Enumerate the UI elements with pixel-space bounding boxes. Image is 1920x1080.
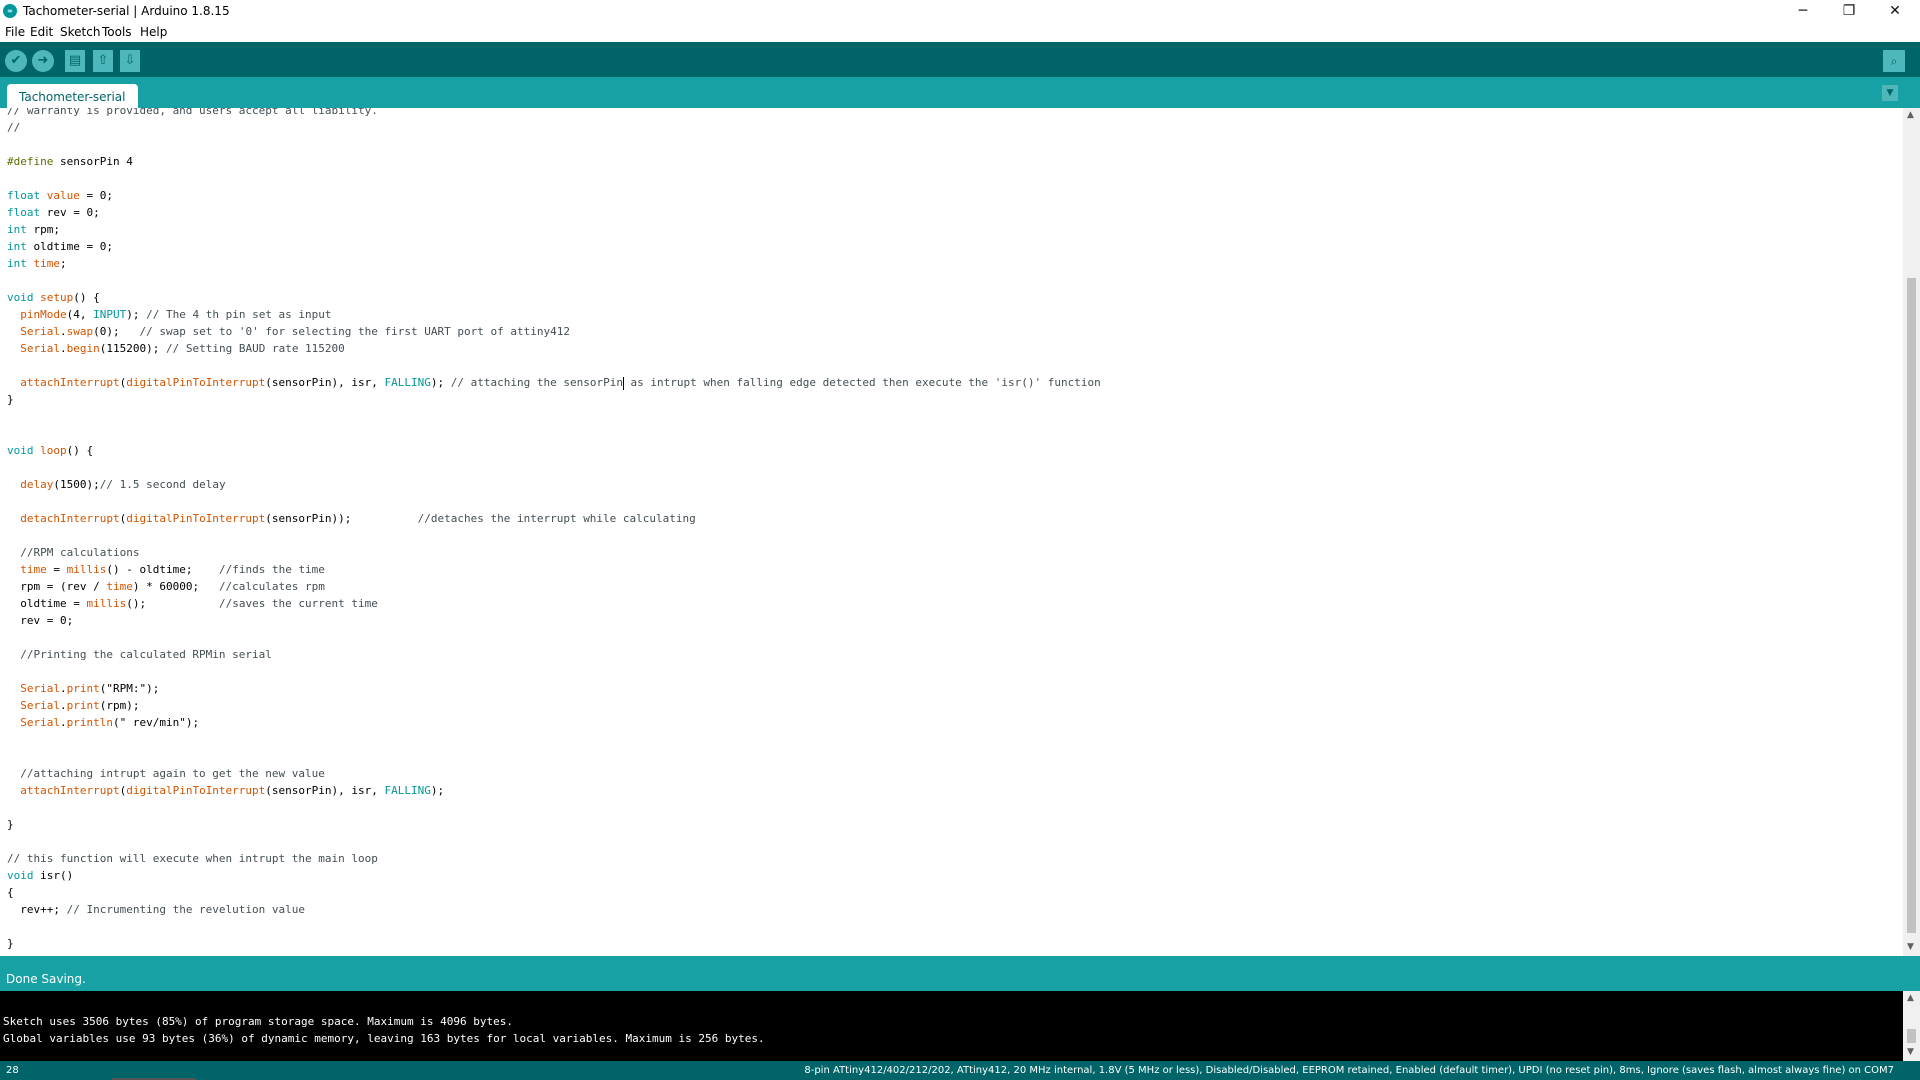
new-sketch-button[interactable]: ▤ [65, 50, 85, 72]
code-line: float value = 0; [7, 189, 113, 202]
board-config-info: 8-pin ATtiny412/402/212/202, ATtiny412, … [804, 1065, 1894, 1076]
code-line: { [7, 886, 14, 899]
code-line: int rpm; [7, 223, 60, 236]
code-line: Serial.swap(0); // swap set to '0' for s… [20, 325, 570, 338]
console-output: Sketch uses 3506 bytes (85%) of program … [0, 991, 1903, 1061]
code-line: Serial.println(" rev/min"); [20, 716, 200, 729]
serial-monitor-button[interactable]: ⌕ [1883, 50, 1905, 72]
code-line: rev = 0; [7, 614, 74, 627]
menu-file[interactable]: File [5, 25, 25, 39]
toolbar: ✔ ➜ ▤ ⇧ ⇩ ⌕ [0, 42, 1920, 77]
editor-scrollbar[interactable]: ▲ ▼ [1903, 108, 1920, 956]
scroll-up-arrow-icon[interactable]: ▲ [1907, 110, 1914, 120]
code-line: #define sensorPin 4 [7, 155, 133, 168]
upload-button[interactable]: ➜ [32, 50, 54, 72]
code-line: } [7, 937, 14, 950]
code-line: attachInterrupt(digitalPinToInterrupt(se… [20, 376, 1101, 390]
menu-edit[interactable]: Edit [30, 25, 53, 39]
code-line: void loop() { [7, 444, 94, 457]
code-line: pinMode(4, INPUT); // The 4 th pin set a… [20, 308, 332, 321]
code-line: time = millis() - oldtime; //finds the t… [20, 563, 325, 576]
code-line: detachInterrupt(digitalPinToInterrupt(se… [20, 512, 696, 525]
verify-button[interactable]: ✔ [5, 50, 27, 72]
code-line: float rev = 0; [7, 206, 100, 219]
code-line: Serial.begin(115200); // Setting BAUD ra… [20, 342, 345, 355]
code-line: void isr() [7, 869, 74, 882]
menu-sketch[interactable]: Sketch [60, 25, 100, 39]
status-bar: Done Saving. [0, 956, 1920, 991]
tab-tachometer-serial[interactable]: Tachometer-serial [7, 84, 138, 108]
console-scroll-thumb[interactable] [1907, 1029, 1916, 1043]
code-line: rev++; // Incrumenting the revelution va… [7, 903, 306, 916]
code-line: // this function will execute when intru… [7, 852, 378, 865]
code-lines: // warranty is provided, and users accep… [7, 108, 1101, 952]
console-scroll-down-icon[interactable]: ▼ [1907, 1047, 1914, 1057]
save-sketch-button[interactable]: ⇩ [120, 50, 140, 72]
title-bar: ∞ Tachometer-serial | Arduino 1.8.15 ─ ❐… [0, 0, 1920, 22]
cursor-line-number: 28 [6, 1065, 19, 1076]
minimize-button[interactable]: ─ [1780, 0, 1826, 22]
code-line: rpm = (rev / time) * 60000; //calculates… [7, 580, 325, 593]
code-line: //attaching intrupt again to get the new… [20, 767, 325, 780]
code-line: //Printing the calculated RPMin serial [20, 648, 272, 661]
console-scroll-up-icon[interactable]: ▲ [1907, 993, 1914, 1003]
code-line: int oldtime = 0; [7, 240, 113, 253]
scroll-down-arrow-icon[interactable]: ▼ [1907, 942, 1914, 952]
open-sketch-button[interactable]: ⇧ [93, 50, 113, 72]
code-line: Serial.print("RPM:"); [20, 682, 160, 695]
bottom-info-bar: 28 8-pin ATtiny412/402/212/202, ATtiny41… [0, 1061, 1920, 1080]
code-line: //RPM calculations [20, 546, 140, 559]
menu-bar: File Edit Sketch Tools Help [0, 22, 1920, 42]
code-line: void setup() { [7, 291, 100, 304]
code-line: oldtime = millis(); //saves the current … [7, 597, 378, 610]
console-line: Sketch uses 3506 bytes (85%) of program … [3, 1015, 513, 1028]
code-line: Serial.print(rpm); [20, 699, 140, 712]
tab-menu-button[interactable]: ▼ [1882, 85, 1898, 101]
editor-scroll-thumb[interactable] [1907, 278, 1916, 933]
code-line: // [7, 121, 21, 134]
tab-bar: Tachometer-serial ▼ [0, 77, 1920, 108]
code-line: attachInterrupt(digitalPinToInterrupt(se… [20, 784, 445, 797]
menu-tools[interactable]: Tools [102, 25, 132, 39]
code-line: } [7, 393, 14, 406]
status-message: Done Saving. [6, 972, 86, 986]
console-line: Global variables use 93 bytes (36%) of d… [3, 1032, 765, 1045]
menu-help[interactable]: Help [140, 25, 167, 39]
code-line: int time; [7, 257, 67, 270]
maximize-button[interactable]: ❐ [1826, 0, 1872, 22]
code-line: delay(1500);// 1.5 second delay [20, 478, 226, 491]
console-scrollbar[interactable]: ▲ ▼ [1903, 991, 1920, 1061]
window-title: Tachometer-serial | Arduino 1.8.15 [23, 4, 230, 18]
code-line: // warranty is provided, and users accep… [7, 108, 378, 117]
code-line: } [7, 818, 14, 831]
arduino-logo-icon: ∞ [3, 4, 17, 18]
text-caret [622, 376, 624, 390]
code-editor[interactable]: // warranty is provided, and users accep… [0, 108, 1903, 956]
close-button[interactable]: ✕ [1872, 0, 1918, 22]
